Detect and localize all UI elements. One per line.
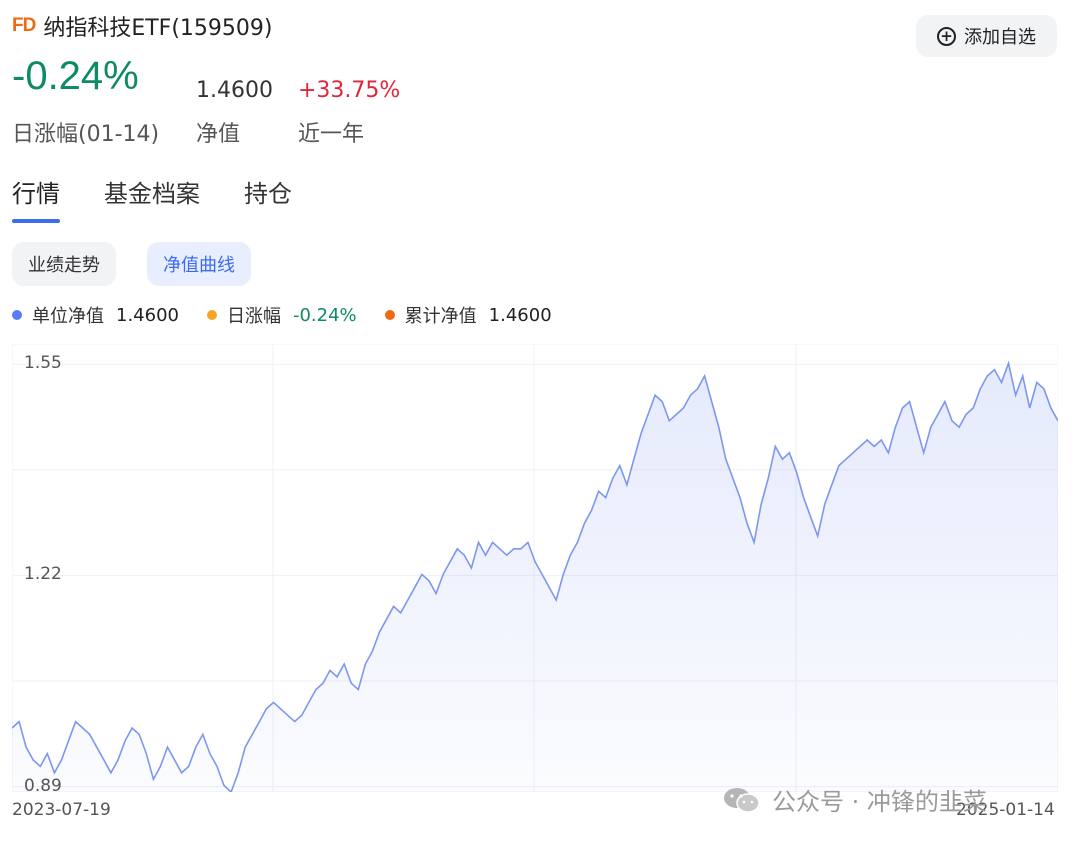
tab-fund-profile[interactable]: 基金档案 <box>104 174 200 223</box>
year-change-value: +33.75% <box>298 78 401 103</box>
nav-curve-chart[interactable] <box>12 344 1058 792</box>
legend-dot-icon <box>206 310 217 320</box>
main-tabs: 行情 基金档案 持仓 <box>12 174 336 223</box>
subtab-performance[interactable]: 业绩走势 <box>12 242 116 286</box>
add-watchlist-label: 添加自选 <box>964 27 1036 48</box>
series-area <box>12 363 1058 792</box>
legend-unit-nav: 单位净值 1.4600 <box>12 302 179 328</box>
page-title: 纳指科技ETF(159509) <box>43 16 273 41</box>
tab-holdings[interactable]: 持仓 <box>244 174 292 223</box>
legend-dot-icon <box>12 310 22 320</box>
x-start-label: 2023-07-19 <box>12 800 111 820</box>
tab-market[interactable]: 行情 <box>12 174 60 223</box>
daily-change-label: 日涨幅(01-14) <box>12 122 160 147</box>
nav-label: 净值 <box>196 122 241 147</box>
watermark-text: 公众号 · 冲锋的韭菜 <box>772 788 987 816</box>
y-tick-label: 1.55 <box>24 353 62 374</box>
page-header: FD 纳指科技ETF(159509) <box>12 10 272 42</box>
nav-value: 1.4600 <box>196 78 273 103</box>
legend-value: 1.4600 <box>116 304 179 326</box>
subtab-nav-curve[interactable]: 净值曲线 <box>147 242 251 286</box>
legend-label: 单位净值 <box>32 306 104 327</box>
legend-label: 日涨幅 <box>226 306 281 327</box>
legend-value: -0.24% <box>292 304 357 326</box>
plus-circle-icon: + <box>937 26 956 46</box>
legend-label: 累计净值 <box>404 306 477 327</box>
fund-page: FD 纳指科技ETF(159509) + 添加自选 -0.24% 1.4600 … <box>0 0 1080 842</box>
add-watchlist-button[interactable]: + 添加自选 <box>916 15 1057 57</box>
watermark: 公众号 · 冲锋的韭菜 <box>722 782 987 817</box>
fd-logo-icon: FD <box>12 15 36 36</box>
year-change-label: 近一年 <box>298 122 365 147</box>
legend-dot-icon <box>384 310 395 320</box>
wechat-icon <box>724 787 760 813</box>
legend-cumulative-nav: 累计净值 1.4600 <box>384 302 552 328</box>
y-tick-label: 1.22 <box>24 564 62 585</box>
legend-daily-change: 日涨幅 -0.24% <box>206 302 357 328</box>
daily-change-value: -0.24% <box>12 54 139 98</box>
y-tick-label: 0.89 <box>24 775 62 796</box>
chart-legend: 单位净值 1.4600 日涨幅 -0.24% 累计净值 1.4600 <box>12 302 580 328</box>
legend-value: 1.4600 <box>488 304 552 326</box>
